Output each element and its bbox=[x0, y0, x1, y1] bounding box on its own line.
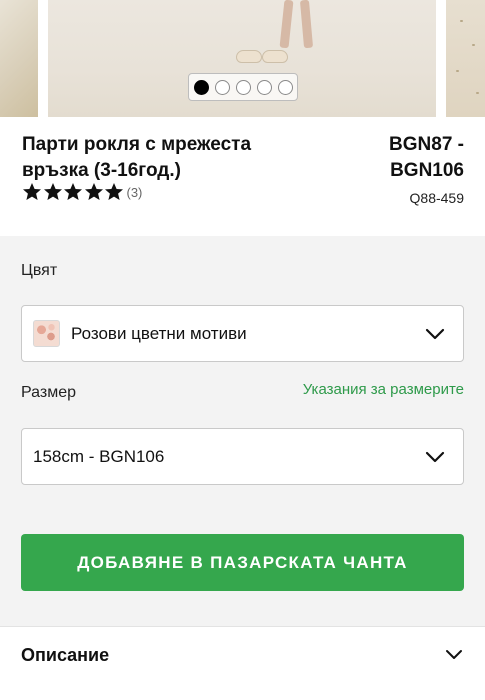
rating-count[interactable]: (3) bbox=[127, 185, 143, 200]
product-sku: Q88-459 bbox=[409, 190, 464, 206]
product-options-panel: Цвят Розови цветни мотиви Размер Указани… bbox=[0, 236, 485, 626]
carousel-previous-image[interactable] bbox=[0, 0, 38, 117]
carousel-dot-3[interactable] bbox=[235, 79, 251, 95]
product-header: Парти рокля с мрежеста връзка (3-16год.)… bbox=[0, 118, 485, 236]
carousel-pagination bbox=[188, 73, 298, 101]
size-select[interactable]: 158cm - BGN106 bbox=[21, 428, 464, 485]
colour-swatch bbox=[33, 320, 60, 347]
model-legs-image bbox=[278, 0, 318, 49]
size-label: Размер bbox=[21, 384, 76, 401]
star-icon bbox=[23, 183, 41, 200]
colour-label: Цвят bbox=[21, 262, 58, 279]
product-image-carousel[interactable] bbox=[0, 0, 485, 118]
shoe-image bbox=[262, 50, 288, 63]
colour-select[interactable]: Розови цветни мотиви bbox=[21, 305, 464, 362]
carousel-dot-4[interactable] bbox=[256, 79, 272, 95]
description-title: Описание bbox=[21, 645, 110, 665]
chevron-down-icon bbox=[425, 328, 445, 339]
product-price: BGN87 - BGN106 bbox=[389, 134, 464, 181]
carousel-dot-2[interactable] bbox=[214, 79, 230, 95]
star-icon bbox=[105, 183, 123, 200]
carousel-dot-1[interactable] bbox=[193, 79, 209, 95]
carousel-next-image[interactable] bbox=[446, 0, 485, 117]
size-select-value: 158cm - BGN106 bbox=[33, 446, 165, 466]
star-icon bbox=[84, 183, 103, 200]
star-icon bbox=[64, 183, 82, 200]
shoe-image bbox=[236, 50, 262, 63]
add-to-bag-button[interactable]: ДОБАВЯНЕ В ПАЗАРСКАТА ЧАНТА bbox=[21, 534, 464, 591]
description-accordion[interactable]: Описание bbox=[0, 626, 485, 700]
product-rating[interactable]: (3) bbox=[22, 182, 142, 202]
star-icon bbox=[43, 183, 62, 200]
size-guide-link[interactable]: Указания за размерите bbox=[303, 381, 464, 398]
chevron-down-icon bbox=[425, 451, 445, 462]
product-title: Парти рокля с мрежеста връзка (3-16год.) bbox=[22, 134, 252, 181]
chevron-down-icon bbox=[446, 650, 462, 659]
carousel-dot-5[interactable] bbox=[277, 79, 293, 95]
colour-select-value: Розови цветни мотиви bbox=[71, 323, 247, 343]
